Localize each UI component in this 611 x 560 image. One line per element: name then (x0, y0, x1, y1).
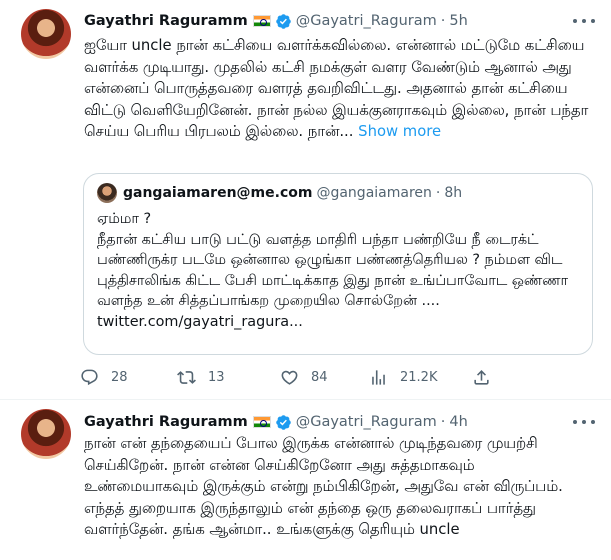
author-handle[interactable]: @Gayatri_Raguram (296, 414, 437, 430)
author-handle[interactable]: @Gayatri_Raguram (296, 13, 437, 29)
heart-icon (281, 370, 298, 385)
share-icon (474, 370, 489, 385)
share-button[interactable] (472, 368, 503, 387)
quoted-author-handle: @gangaiamaren (316, 185, 432, 201)
show-more-link[interactable]: Show more (358, 123, 441, 140)
quoted-tweet-header: gangaiamaren@me.com @gangaiamaren · 8h (97, 183, 462, 203)
quoted-tweet-time: 8h (444, 185, 463, 201)
retweet-button[interactable]: 13 (177, 368, 225, 387)
separator-dot: · (435, 185, 441, 201)
tweet-time[interactable]: 5h (449, 13, 467, 29)
separator-dot: · (440, 414, 446, 430)
more-icon[interactable] (573, 14, 595, 28)
reply-icon (81, 369, 98, 386)
author-name[interactable]: Gayathri Raguramm (84, 414, 248, 430)
retweet-count: 13 (208, 370, 225, 385)
tweet-time[interactable]: 4h (449, 414, 467, 430)
author-avatar[interactable] (21, 9, 71, 59)
tweet[interactable]: Gayathri Raguramm @Gayatri_Raguram · 4h … (0, 401, 611, 560)
separator-dot: · (440, 13, 446, 29)
india-flag-icon (252, 15, 271, 27)
views-icon (372, 370, 385, 385)
tweet-text-content: ஐயோ uncle நான் கட்சியை வளர்க்கவில்லை. என… (84, 37, 589, 140)
views-button[interactable]: 21.2K (369, 368, 437, 387)
quoted-tweet-text: ஏம்மா ? நீதான் கட்சிய பாடு பட்டு வளத்த ம… (97, 211, 568, 330)
author-avatar[interactable] (21, 409, 71, 459)
quoted-author-avatar (97, 183, 117, 203)
like-count: 84 (311, 370, 328, 385)
india-flag-icon (252, 416, 271, 428)
tweet[interactable]: Gayathri Raguramm @Gayatri_Raguram · 5h … (0, 0, 611, 400)
tweet-header: Gayathri Raguramm @Gayatri_Raguram · 5h (84, 10, 468, 32)
reply-count: 28 (111, 370, 128, 385)
verified-badge-icon (275, 414, 291, 430)
views-count: 21.2K (400, 370, 438, 385)
author-name[interactable]: Gayathri Raguramm (84, 13, 248, 29)
tweet-header: Gayathri Raguramm @Gayatri_Raguram · 4h (84, 411, 468, 433)
tweet-text: ஐயோ uncle நான் கட்சியை வளர்க்கவில்லை. என… (84, 35, 589, 143)
tweet-text: நான் என் தந்தையைப் போல இருக்க என்னால் மு… (84, 435, 563, 538)
more-icon[interactable] (573, 415, 595, 429)
like-button[interactable]: 84 (280, 368, 328, 387)
reply-button[interactable]: 28 (80, 368, 128, 387)
retweet-icon (177, 371, 196, 384)
quoted-tweet[interactable]: gangaiamaren@me.com @gangaiamaren · 8h ஏ… (83, 173, 593, 355)
quoted-author-name: gangaiamaren@me.com (123, 185, 313, 201)
verified-badge-icon (275, 13, 291, 29)
tweet-actions: 28 13 84 21.2K (80, 368, 590, 390)
